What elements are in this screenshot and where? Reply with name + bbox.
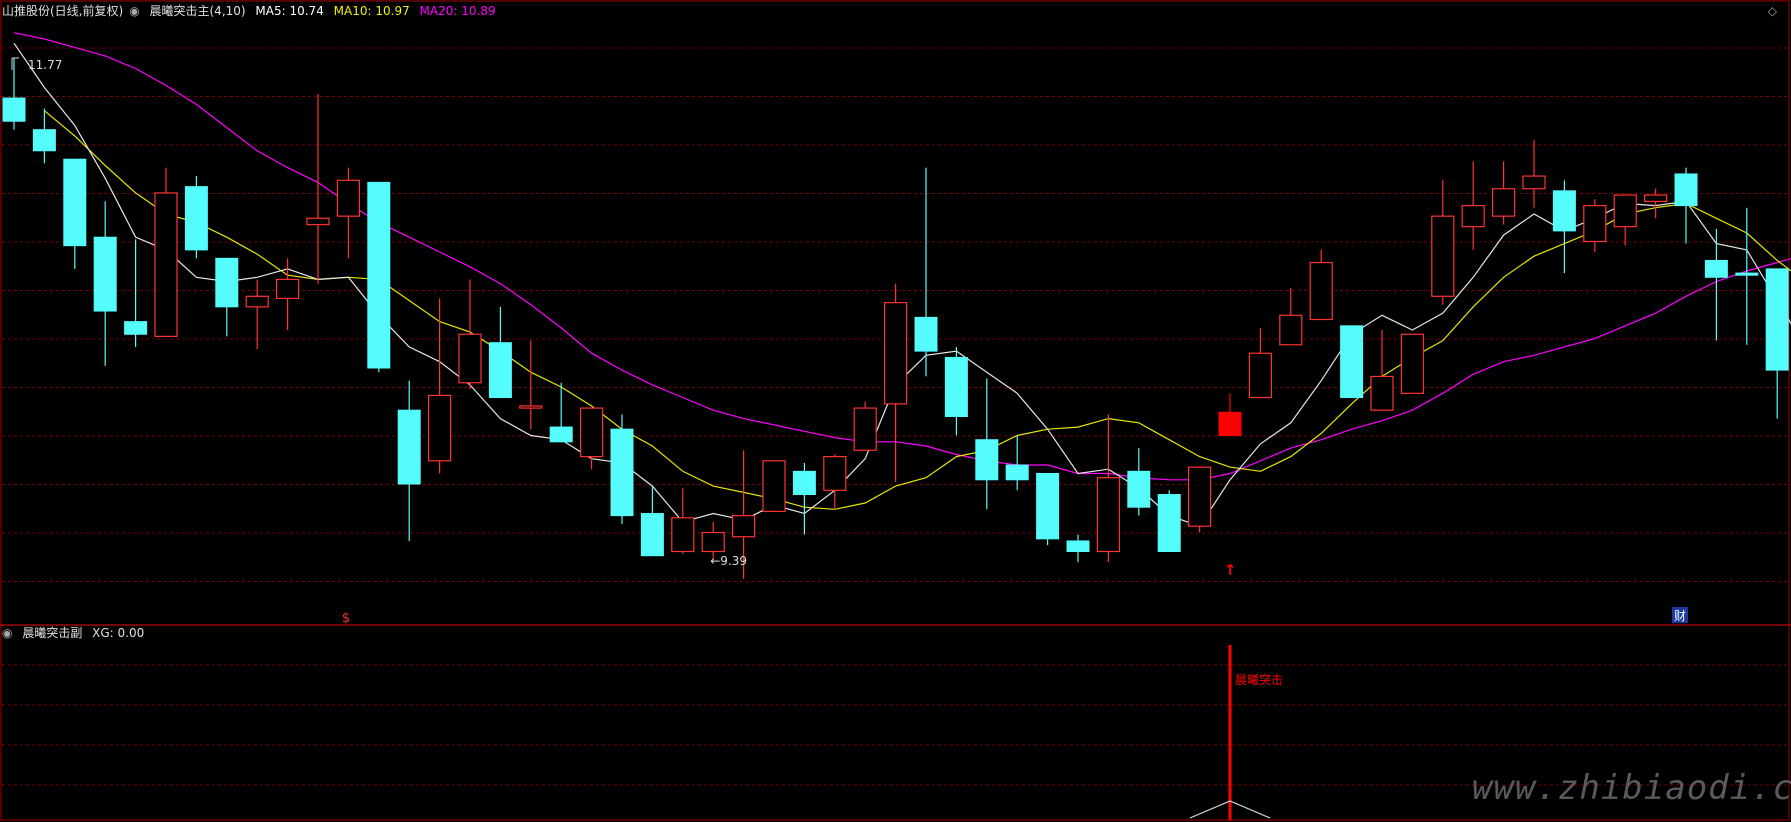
candle-body	[610, 428, 634, 517]
candle-body	[914, 316, 938, 352]
ma10-line	[44, 110, 1791, 510]
candle-body	[1309, 261, 1333, 321]
candle-body	[1036, 472, 1060, 540]
candle-body	[792, 470, 816, 496]
candle-body	[458, 333, 482, 384]
chart-canvas: 11.77 ←9.39 ↑ $ 财晨曦突击	[0, 0, 1791, 821]
candle-body	[428, 394, 452, 462]
candle-body	[1765, 268, 1789, 371]
dividend-marker: $	[342, 611, 350, 626]
candle-body	[1583, 205, 1607, 243]
candle-body	[944, 356, 968, 418]
candle-body	[1431, 215, 1455, 297]
candle-body	[1613, 194, 1637, 228]
low-label: ←9.39	[710, 554, 747, 568]
candle-body	[1005, 464, 1029, 481]
high-marker	[11, 57, 19, 70]
indicator-name: 晨曦突击主(4,10)	[149, 4, 246, 18]
candle-body	[579, 407, 604, 458]
signal-label: 晨曦突击	[1235, 672, 1283, 687]
candle-body	[762, 460, 786, 513]
candle-body	[367, 181, 391, 369]
candle-body	[2, 97, 26, 122]
main-panel-header: 山推股份(日线,前复权) ◉ 晨曦突击主(4,10) MA5: 10.74 MA1…	[2, 4, 502, 18]
candle-body	[1461, 205, 1485, 228]
candle-body	[701, 531, 725, 553]
candle-body	[276, 278, 300, 299]
high-label: 11.77	[28, 58, 62, 72]
candle-body	[63, 158, 87, 247]
candle-body	[1704, 259, 1728, 278]
sub-indicator-name: 晨曦突击副	[22, 626, 83, 640]
sub-indicator-toggle-icon[interactable]: ◉	[2, 626, 12, 640]
candle-body	[1340, 325, 1364, 399]
sub-panel-header: ◉ 晨曦突击副 XG: 0.00	[2, 626, 150, 640]
candle-body	[1127, 470, 1151, 508]
candle-body	[883, 302, 908, 405]
candle-body	[731, 515, 756, 538]
candle-body	[32, 129, 56, 152]
candle-body	[823, 455, 847, 491]
candle-body	[245, 295, 269, 308]
candle-body	[215, 257, 239, 308]
candle-body	[1400, 333, 1425, 394]
candle-body	[488, 342, 512, 399]
candle-body	[1218, 411, 1242, 436]
candle-body	[336, 179, 360, 217]
candle-body	[1157, 494, 1181, 552]
ma20-value: MA20: 10.89	[419, 4, 496, 18]
candle-body	[93, 236, 117, 312]
candle-body	[154, 192, 178, 337]
watermark: www.zhibiaodi.com	[1472, 768, 1791, 808]
candle-body	[1643, 194, 1668, 202]
candle-body	[671, 517, 695, 553]
candle-body	[549, 426, 573, 443]
candle-body	[1735, 272, 1759, 276]
collapse-panel-icon[interactable]: ◇	[1768, 4, 1777, 18]
finance-marker: 财	[1674, 609, 1686, 623]
candle-body	[1522, 175, 1546, 190]
candle-body	[640, 513, 664, 557]
candle-body	[853, 407, 877, 451]
candle-body	[1096, 477, 1121, 553]
candle-body	[1674, 173, 1698, 207]
xg-value: XG: 0.00	[92, 626, 145, 640]
candle-body	[1552, 190, 1576, 232]
candle-body	[397, 409, 421, 485]
ma5-value: MA5: 10.74	[255, 4, 324, 18]
candle-body	[1370, 375, 1394, 411]
stock-title[interactable]: 山推股份(日线,前复权)	[2, 4, 123, 18]
candle-body	[975, 439, 999, 481]
ma20-line	[13, 32, 1791, 481]
candle-body	[1491, 188, 1516, 217]
candle-body	[1066, 540, 1090, 552]
candle-body	[1187, 466, 1212, 527]
ma10-value: MA10: 10.97	[333, 4, 410, 18]
indicator-toggle-icon[interactable]: ◉	[129, 4, 139, 18]
candle-body	[1279, 314, 1303, 346]
candle-body	[306, 217, 330, 226]
candle-body	[124, 321, 148, 335]
candle-body	[184, 186, 208, 251]
candle-body	[519, 405, 543, 409]
signal-up-arrow: ↑	[1224, 561, 1237, 579]
candle-body	[1248, 352, 1273, 399]
